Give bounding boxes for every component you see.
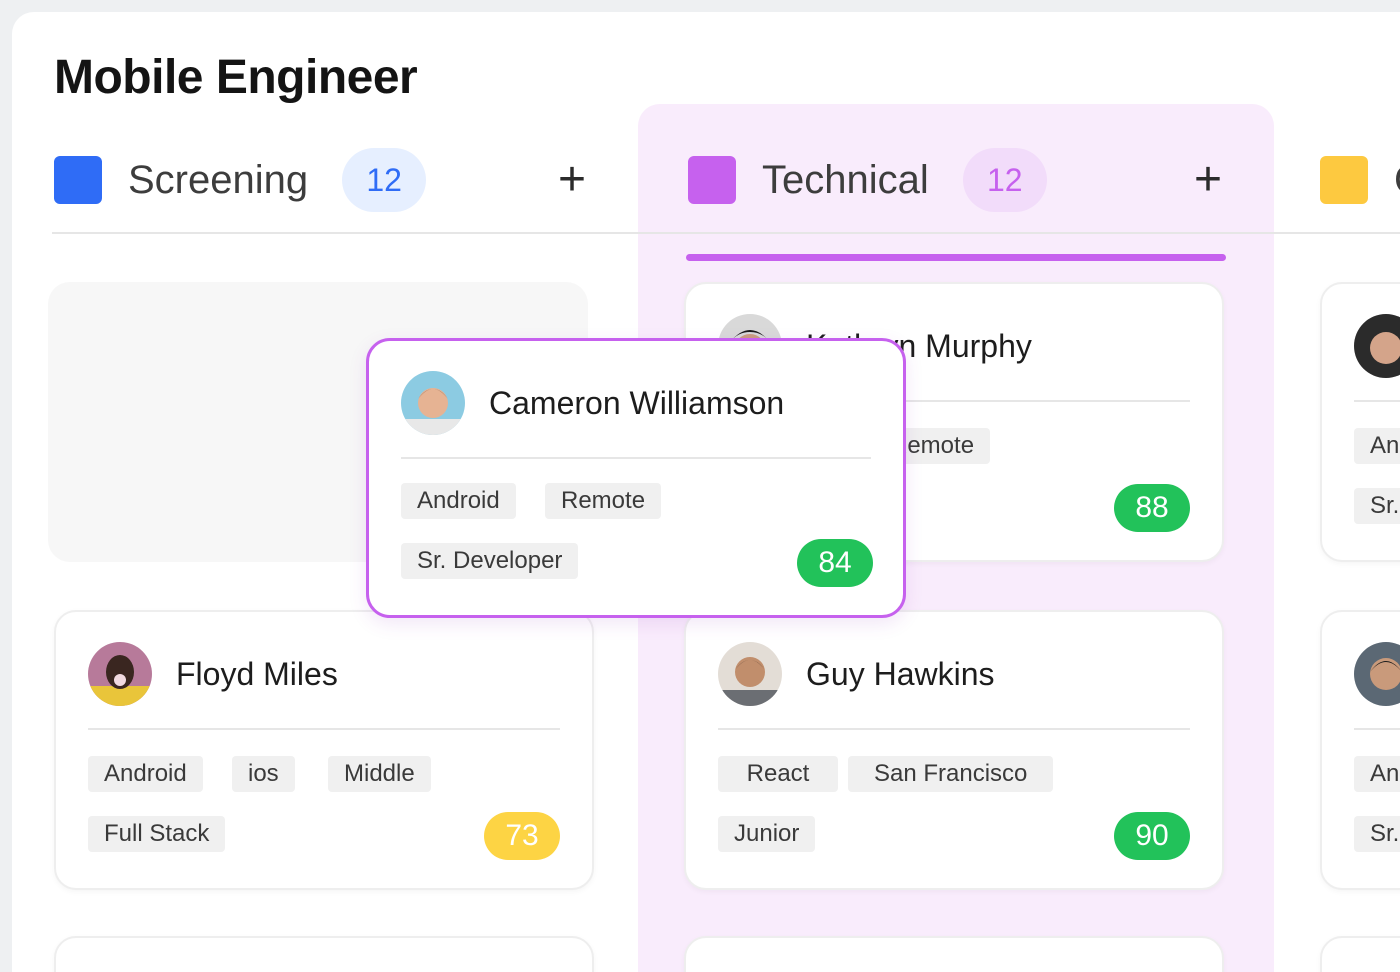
tag: Android — [401, 483, 516, 519]
header-divider — [52, 232, 1400, 234]
card-divider — [401, 457, 871, 459]
tag: Sr. — [1354, 488, 1400, 524]
avatar — [88, 642, 152, 706]
screening-color-square — [54, 156, 102, 204]
card-header: Floyd Miles — [88, 642, 338, 706]
candidate-name: Floyd Miles — [176, 655, 338, 692]
candidate-name: Guy Hawkins — [806, 655, 995, 692]
tag: React — [718, 756, 838, 792]
candidate-card[interactable] — [684, 936, 1224, 972]
candidate-card[interactable]: An Sr. — [1320, 610, 1400, 890]
column-header-screening: Screening 12 — [54, 148, 427, 212]
avatar — [718, 642, 782, 706]
column-title: C — [1394, 158, 1400, 203]
third-color-square — [1320, 156, 1368, 204]
card-divider — [88, 728, 560, 730]
add-card-button-screening[interactable]: + — [558, 156, 586, 204]
tag: Middle — [328, 756, 431, 792]
tag: Sr. — [1354, 816, 1400, 852]
card-header — [1354, 314, 1400, 378]
score-badge: 84 — [797, 539, 873, 587]
score-badge: 73 — [484, 812, 560, 860]
candidate-card[interactable] — [1320, 936, 1400, 972]
tag: Full Stack — [88, 816, 226, 852]
avatar — [1354, 642, 1400, 706]
avatar — [1354, 314, 1400, 378]
candidate-card[interactable]: Floyd Miles Android ios Middle Full Stac… — [54, 610, 594, 890]
dragged-candidate-card[interactable]: Cameron Williamson Android Remote Sr. De… — [366, 338, 906, 618]
candidate-card[interactable]: Guy Hawkins React San Francisco Junior 9… — [684, 610, 1224, 890]
column-count-badge: 12 — [342, 148, 427, 212]
column-title: Screening — [128, 157, 309, 202]
tag: An — [1354, 756, 1400, 792]
tag: San Francisco — [848, 756, 1054, 792]
tag: Junior — [718, 816, 816, 852]
technical-drop-indicator — [686, 254, 1226, 261]
card-header: Guy Hawkins — [718, 642, 995, 706]
column-title: Technical — [762, 157, 929, 202]
card-header — [1354, 642, 1400, 706]
tag: Sr. Developer — [401, 543, 579, 579]
column-count-badge: 12 — [962, 148, 1047, 212]
card-divider — [1354, 728, 1400, 730]
candidate-name: Cameron Williamson — [489, 384, 785, 421]
plus-icon: + — [558, 153, 587, 206]
card-divider — [718, 728, 1190, 730]
score-badge: 88 — [1114, 484, 1190, 532]
technical-color-square — [688, 156, 736, 204]
plus-icon: + — [1194, 153, 1223, 206]
tag: ios — [232, 756, 295, 792]
score-badge: 90 — [1114, 812, 1190, 860]
add-card-button-technical[interactable]: + — [1194, 156, 1222, 204]
kanban-board: Mobile Engineer Screening 12 + Technical… — [12, 12, 1400, 972]
page-title: Mobile Engineer — [54, 51, 418, 104]
candidate-card[interactable] — [54, 936, 594, 972]
tag: Remote — [545, 483, 662, 519]
tag: Android — [88, 756, 203, 792]
column-header-third: C — [1320, 148, 1400, 212]
card-header: Cameron Williamson — [401, 371, 784, 435]
column-header-technical: Technical 12 — [688, 148, 1047, 212]
card-divider — [1354, 400, 1400, 402]
candidate-card[interactable]: An Sr. — [1320, 282, 1400, 562]
avatar — [401, 371, 465, 435]
tag: An — [1354, 428, 1400, 464]
